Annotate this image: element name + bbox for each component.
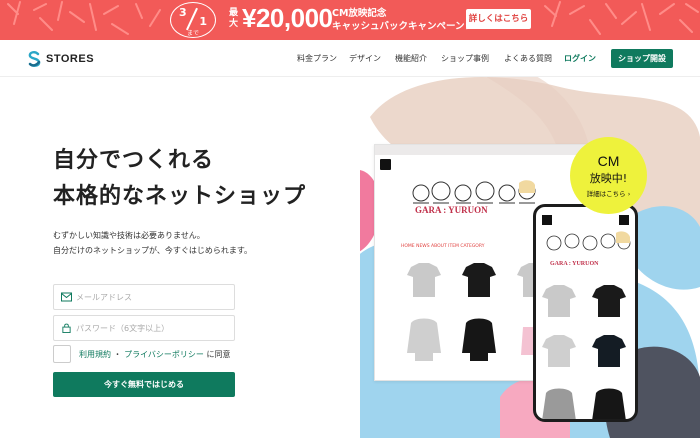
promo-date-day: 1 xyxy=(199,15,207,28)
logo-text: STORES xyxy=(46,53,95,65)
shop-nav: HOME NEWS ABOUT ITEM CATEGORY xyxy=(401,244,485,249)
nav-pricing[interactable]: 料金プラン xyxy=(297,53,337,64)
mobile-artist-title: GARA : YURUON xyxy=(550,261,599,267)
menu-icon xyxy=(542,215,552,225)
site-header: STORES 料金プラン デザイン 機能紹介 ショップ事例 よくある質問 ログイ… xyxy=(0,40,700,77)
agree-separator: ・ xyxy=(113,350,122,359)
mobile-product-grid xyxy=(542,285,626,419)
agree-label: に同意 xyxy=(206,350,231,359)
promo-headline-2: キャッシュバックキャンペーン！ xyxy=(332,21,475,32)
hero-description-line-2: 自分だけのネットショップが、今すぐはじめられます。 xyxy=(53,246,253,255)
artist-illustration xyxy=(412,180,536,204)
hero-title-line-1: 自分でつくれる xyxy=(53,148,215,173)
cart-icon xyxy=(619,215,629,225)
terms-link[interactable]: 利用規約 xyxy=(79,350,111,359)
mail-icon xyxy=(61,292,72,302)
nav-case-studies[interactable]: ショップ事例 xyxy=(441,53,489,64)
promo-date-month: 3 xyxy=(179,6,187,19)
cm-badge-title: CM xyxy=(597,153,620,169)
hero-title-line-2: 本格的なネットショップ xyxy=(53,184,307,209)
artist-title: GARA : YURUON xyxy=(415,205,488,215)
mobile-shop-preview: GARA : YURUON xyxy=(533,204,638,422)
page: 3 1 まで 最大 ¥20,000 CM放映記念 キャッシュバックキャンペーン！… xyxy=(0,0,700,438)
promo-banner[interactable]: 3 1 まで 最大 ¥20,000 CM放映記念 キャッシュバックキャンペーン！… xyxy=(0,0,700,40)
nav-faq[interactable]: よくある質問 xyxy=(504,53,552,64)
agree-checkbox[interactable] xyxy=(53,345,71,363)
hero-description-line-1: むずかしい知識や技術は必要ありません。 xyxy=(53,231,205,240)
nav-features[interactable]: 機能紹介 xyxy=(395,53,427,64)
promo-details-button[interactable]: 詳しくはこちら xyxy=(466,9,531,29)
nav-design[interactable]: デザイン xyxy=(349,53,381,64)
promo-date-circle: 3 1 まで xyxy=(170,2,216,38)
cm-badge-details-link[interactable]: 詳細はこちら › xyxy=(570,188,647,198)
email-input[interactable] xyxy=(76,285,231,309)
privacy-policy-link[interactable]: プライバシーポリシー xyxy=(124,350,204,359)
login-link[interactable]: ログイン xyxy=(564,53,596,64)
cm-badge-subtitle: 放映中! xyxy=(589,172,628,185)
promo-headline-1: CM放映記念 xyxy=(332,8,387,19)
open-shop-button[interactable]: ショップ開設 xyxy=(611,49,673,68)
promo-max-label: 最大 xyxy=(229,8,239,29)
browser-bar xyxy=(375,145,595,155)
stores-logo-icon xyxy=(28,51,41,67)
agree-text: 利用規約 ・ プライバシーポリシー に同意 xyxy=(79,349,230,360)
promo-headline: CM放映記念 キャッシュバックキャンペーン！ xyxy=(332,7,474,33)
start-free-button[interactable]: 今すぐ無料ではじめる xyxy=(53,372,235,397)
lock-icon xyxy=(62,323,71,333)
email-field[interactable] xyxy=(53,284,235,310)
promo-date-until: まで xyxy=(186,30,199,37)
logo[interactable]: STORES xyxy=(27,50,94,68)
promo-amount: ¥20,000 xyxy=(242,3,333,33)
password-input[interactable] xyxy=(76,316,231,340)
search-icon xyxy=(380,159,391,170)
cm-airing-badge[interactable]: CM 放映中! 詳細はこちら › xyxy=(570,137,647,214)
password-field[interactable] xyxy=(53,315,235,341)
promo-date-slash xyxy=(185,7,198,31)
